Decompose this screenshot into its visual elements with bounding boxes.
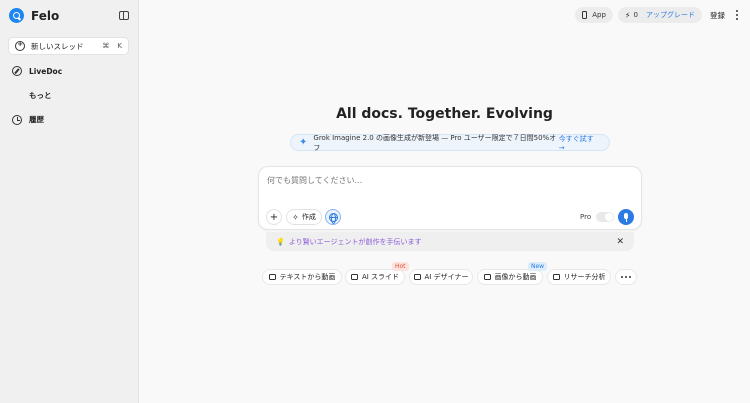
plus-icon: + — [269, 211, 279, 223]
action-label: AI デザイナー — [424, 273, 469, 281]
new-badge: New — [528, 262, 548, 271]
globe-icon — [328, 212, 338, 224]
web-search-toggle[interactable] — [325, 209, 341, 225]
action-label: AI スライド — [361, 273, 400, 281]
shortcut-key: K — [117, 42, 122, 50]
phone-icon — [582, 11, 588, 19]
microphone-button[interactable] — [618, 209, 634, 225]
credits-count: 0 — [633, 11, 638, 19]
add-attachment-button[interactable]: + — [266, 209, 282, 225]
action-label: リサーチ分析 — [563, 273, 606, 281]
upgrade-link[interactable]: アップグレード — [646, 10, 695, 20]
sidebar-toggle-icon[interactable] — [119, 11, 129, 20]
app-label: App — [592, 11, 606, 19]
sidebar-item-livedoc[interactable]: LiveDoc — [12, 66, 62, 76]
create-button[interactable]: ✧ 作成 — [286, 209, 322, 225]
video-icon — [268, 274, 276, 280]
sparkle-icon: ✦ — [299, 137, 308, 148]
login-button[interactable]: 登録 — [710, 10, 725, 21]
new-chat-icon — [15, 40, 25, 51]
pro-label: Pro — [580, 213, 592, 221]
more-vertical-icon[interactable] — [736, 10, 738, 20]
new-thread-button[interactable]: 新しいスレッド ⌘ K — [8, 37, 129, 55]
action-text-to-video[interactable]: テキストから動画 — [262, 269, 342, 285]
action-ai-slides[interactable]: Hot AI スライド — [345, 262, 409, 285]
sidebar-item-more[interactable]: もっと — [12, 90, 52, 101]
agent-notice: 💡 より賢いエージェントが創作を手伝います ✕ — [266, 232, 634, 251]
more-horizontal-icon — [621, 276, 631, 278]
new-thread-label: 新しいスレッド — [31, 41, 84, 51]
sidebar-item-label: LiveDoc — [29, 66, 63, 76]
action-research-analysis[interactable]: リサーチ分析 — [547, 269, 611, 285]
sidebar: Felo 新しいスレッド ⌘ K LiveDoc もっと 履歴 — [0, 0, 139, 403]
promo-text: Grok Imagine 2.0 の画像生成が新登場 — Pro ユーザー限定で… — [313, 133, 557, 152]
brand[interactable]: Felo — [9, 8, 59, 23]
app-button[interactable]: App — [575, 7, 613, 23]
image-video-icon — [483, 274, 491, 280]
shortcut-mod: ⌘ — [102, 42, 110, 50]
research-icon — [552, 274, 560, 280]
sparkle-icon: ✧ — [292, 212, 299, 222]
brand-name: Felo — [31, 8, 60, 23]
image-icon — [413, 274, 421, 280]
sidebar-item-history[interactable]: 履歴 — [12, 114, 44, 125]
top-bar: App ⚡ 0 アップグレード 登録 — [575, 7, 738, 23]
edit-circle-icon — [12, 66, 22, 76]
bolt-icon: ⚡ — [624, 10, 631, 20]
felo-logo-icon — [9, 8, 24, 23]
promo-banner[interactable]: ✦ Grok Imagine 2.0 の画像生成が新登場 — Pro ユーザー限… — [290, 133, 610, 152]
chat-input-placeholder[interactable]: 何でも質問してください... — [267, 175, 362, 186]
sidebar-item-label: 履歴 — [29, 115, 44, 124]
action-label: テキストから動画 — [279, 273, 336, 281]
lightbulb-icon: 💡 — [276, 237, 285, 246]
create-label: 作成 — [301, 213, 316, 221]
action-image-to-video[interactable]: New 画像から動画 — [477, 262, 548, 285]
more-actions-button[interactable] — [615, 269, 637, 285]
action-label: 画像から動画 — [494, 273, 537, 281]
slides-edit-icon — [350, 274, 358, 280]
sidebar-item-label: もっと — [29, 91, 52, 100]
credits-upgrade-pill[interactable]: ⚡ 0 アップグレード — [617, 7, 702, 23]
notice-text: より賢いエージェントが創作を手伝います — [288, 237, 422, 246]
hot-badge: Hot — [392, 262, 409, 271]
grid-icon — [12, 91, 22, 101]
new-thread-shortcut: ⌘ K — [102, 42, 122, 50]
promo-cta-link[interactable]: 今すぐ試す → — [559, 134, 601, 152]
history-icon — [12, 114, 22, 125]
action-ai-designer[interactable]: AI デザイナー — [409, 269, 473, 285]
page-title: All docs. Together. Evolving — [336, 106, 553, 122]
close-icon[interactable]: ✕ — [616, 237, 624, 247]
chat-composer[interactable]: 何でも質問してください... + ✧ 作成 Pro — [258, 166, 642, 230]
pro-toggle[interactable] — [596, 212, 614, 222]
